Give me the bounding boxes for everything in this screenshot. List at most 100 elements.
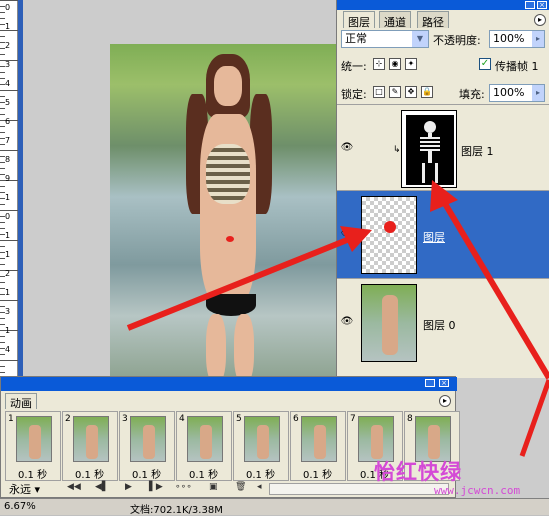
frame-thumbnail [301,416,337,462]
ruler-tick [0,210,18,211]
ruler-tick [0,108,5,109]
skeleton-overlay [206,144,250,204]
frame-number: 2 [65,414,71,424]
layer-name: 图层 [423,231,445,244]
ruler-tick [0,36,5,37]
clipping-arrow-icon: ↳ [393,145,401,155]
scroll-left-icon[interactable]: ◂ [257,482,262,492]
frame-delay[interactable]: 0.1 秒 [18,466,47,481]
frame-thumbnail [187,416,223,462]
ruler-label: 3 [5,60,11,69]
lock-move-icon[interactable]: ✥ [405,86,417,98]
ruler-label: 4 [5,345,11,354]
close-icon[interactable]: × [439,379,449,387]
layer-row-photo[interactable]: 👁 图层 0 [337,278,549,366]
panel-menu-icon[interactable]: ▸ [534,14,546,26]
ruler-tick [0,354,5,355]
loop-select[interactable]: 永远 ▾ [9,481,59,496]
animation-frame[interactable]: 4 0.1 秒 [176,411,232,481]
frame-delay[interactable]: 0.1 秒 [303,466,332,481]
ruler-label: 0 [5,212,11,221]
delete-frame-icon[interactable]: 🗑 [235,482,246,492]
lock-brush-icon[interactable]: ✎ [389,86,401,98]
duplicate-frame-icon[interactable]: ▣ [209,482,218,492]
ruler-tick [0,282,5,283]
visibility-eye-icon[interactable]: 👁 [340,142,354,154]
layers-panel-titlebar: _ × [337,0,549,10]
ruler-label: 1 [5,326,11,335]
opacity-label: 不透明度: [433,34,481,47]
ruler-label: 8 [5,155,11,164]
document-canvas[interactable] [110,44,336,384]
visibility-eye-icon[interactable]: 👁 [340,316,354,328]
tab-layers[interactable]: 图层 [343,11,375,29]
ruler-label: 1 [5,22,11,31]
ruler-tick [0,96,5,97]
frame-number: 6 [293,414,299,424]
close-icon[interactable]: × [537,1,547,9]
play-icon[interactable]: ▶ [125,482,132,492]
tab-paths[interactable]: 路径 [417,11,449,29]
ruler-tick [0,90,18,91]
layer-row-skeleton[interactable]: 👁 ↳ 图层 1 [337,104,549,192]
fill-field[interactable]: 100% ▸ [489,84,545,102]
zoom-level[interactable]: 6.67% [4,501,36,512]
minimize-icon[interactable]: _ [425,379,435,387]
animation-frame[interactable]: 6 0.1 秒 [290,411,346,481]
layer-name: 图层 1 [461,145,494,158]
ruler-tick [0,228,5,229]
blend-mode-select[interactable]: 正常 ▼ [341,30,429,48]
animation-frame[interactable]: 2 0.1 秒 [62,411,118,481]
visibility-eye-icon[interactable]: 👁 [340,228,354,240]
ruler-tick [0,342,5,343]
layer-name: 图层 0 [423,319,456,332]
ruler-tick [0,168,5,169]
ruler-label: 1 [5,250,11,259]
frame-delay[interactable]: 0.1 秒 [189,466,218,481]
ruler-tick [0,240,18,241]
frame-thumbnail [73,416,109,462]
frame-number: 1 [8,414,14,424]
layer-thumbnail-skeleton [401,110,457,188]
first-frame-icon[interactable]: ◀◀ [67,482,81,492]
ruler-label: 1 [5,193,11,202]
unify-visibility-icon[interactable]: ◉ [389,58,401,70]
unify-style-icon[interactable]: ✦ [405,58,417,70]
frame-delay[interactable]: 0.1 秒 [132,466,161,481]
animation-panel-titlebar: _ × [1,377,457,391]
tab-channels[interactable]: 通道 [379,11,411,29]
fill-value: 100% [493,86,525,99]
unify-position-icon[interactable]: ⊹ [373,58,385,70]
frame-number: 8 [407,414,413,424]
frame-thumbnail [16,416,52,462]
ruler-label: 2 [5,269,11,278]
vertical-ruler: 0123456789101121314 [0,0,18,380]
ruler-tick [0,186,5,187]
ruler-tick [0,204,5,205]
prev-frame-icon[interactable]: ◀▌ [95,482,109,492]
frame-delay[interactable]: 0.1 秒 [75,466,104,481]
panel-menu-icon[interactable]: ▸ [439,395,451,407]
lock-transparency-icon[interactable]: □ [373,86,385,98]
opacity-field[interactable]: 100% ▸ [489,30,545,48]
propagate-frame-label: 传播帧 1 [495,60,539,73]
frame-thumbnail [244,416,280,462]
frame-number: 7 [350,414,356,424]
status-bar: 6.67% 文档:702.1K/3.38M [0,498,549,516]
minimize-icon[interactable]: _ [525,1,535,9]
frame-delay[interactable]: 0.1 秒 [246,466,275,481]
chevron-right-icon: ▸ [532,31,544,47]
next-frame-icon[interactable]: ▌▶ [149,482,163,492]
lock-all-icon[interactable]: 🔒 [421,86,433,98]
ruler-tick [0,264,5,265]
propagate-frame-checkbox[interactable]: ✓ [479,58,491,70]
tab-animation[interactable]: 动画 [5,393,37,410]
ruler-label: 3 [5,307,11,316]
tween-icon[interactable]: ∘∘∘ [175,482,192,492]
frame-number: 4 [179,414,185,424]
ruler-tick [0,54,5,55]
animation-frame[interactable]: 5 0.1 秒 [233,411,289,481]
layer-row-red-dot[interactable]: 👁 图层 [337,190,549,278]
animation-frame[interactable]: 3 0.1 秒 [119,411,175,481]
animation-frame[interactable]: 1 0.1 秒 [5,411,61,481]
